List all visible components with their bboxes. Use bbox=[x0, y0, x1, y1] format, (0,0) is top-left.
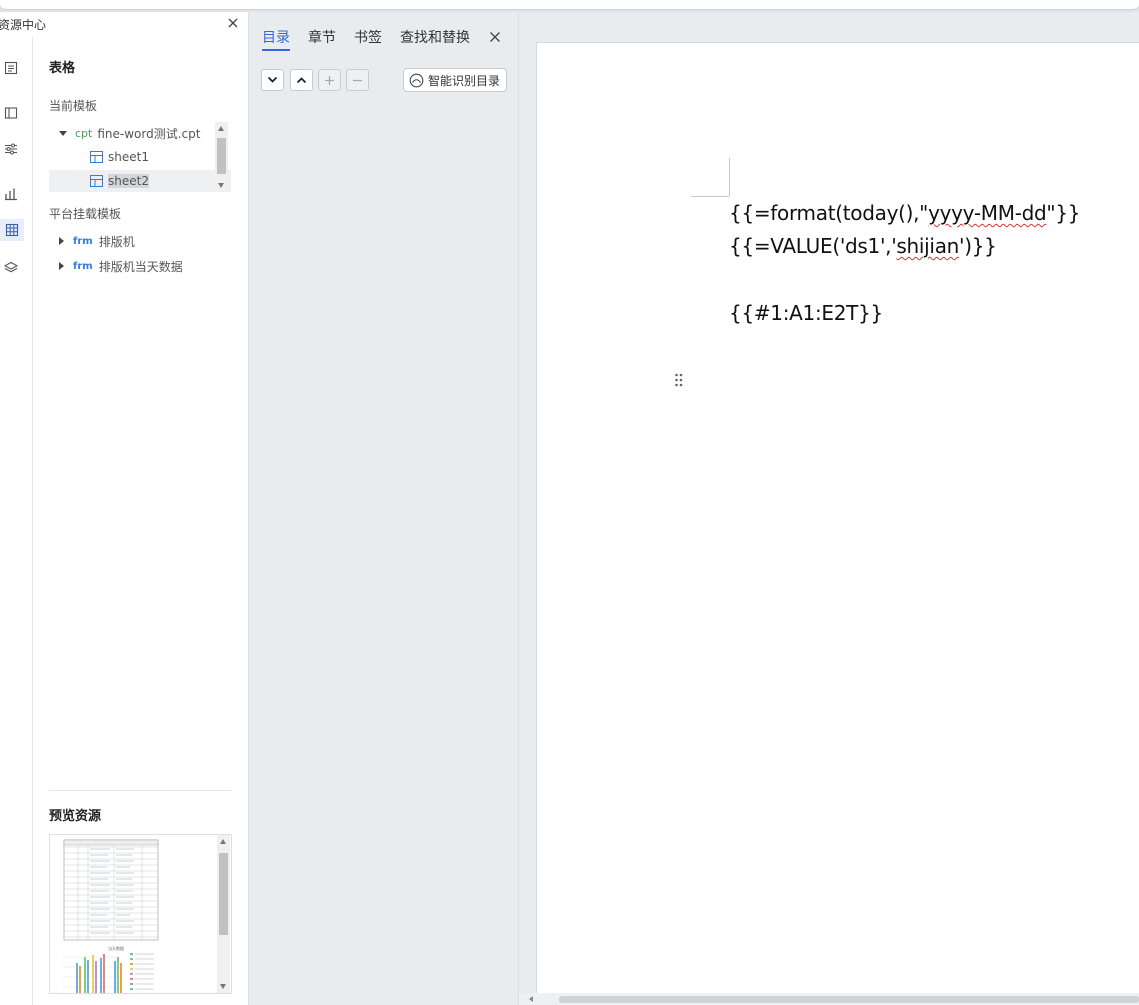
tab-toc[interactable]: 目录 bbox=[262, 27, 290, 51]
document-horizontal-scrollbar[interactable] bbox=[519, 993, 1139, 1005]
scroll-left-icon[interactable] bbox=[529, 996, 533, 1002]
svg-text:当天数据: 当天数据 bbox=[108, 945, 124, 951]
template-name: fine-word测试.cpt bbox=[97, 126, 201, 141]
spell-error-text: shijian bbox=[896, 234, 960, 258]
frm-tag: frm bbox=[73, 235, 93, 247]
navigation-tabs: 目录 章节 书签 查找和替换 bbox=[249, 12, 519, 52]
smart-toc-button[interactable]: 智能识别目录 bbox=[403, 68, 507, 92]
scroll-thumb[interactable] bbox=[217, 138, 226, 174]
preview-divider bbox=[49, 790, 231, 791]
doc-text: ')}} bbox=[959, 234, 997, 258]
sheet-item[interactable]: sheet1 bbox=[49, 146, 231, 168]
remove-level-button[interactable] bbox=[346, 69, 369, 91]
sheet-label: sheet2 bbox=[108, 174, 149, 188]
spell-error-text: yyyy-MM-dd bbox=[928, 201, 1047, 225]
current-template-label: 当前模板 bbox=[49, 99, 98, 113]
navigation-panel: 目录 章节 书签 查找和替换 智能识别目录 bbox=[249, 12, 519, 1005]
table-section-title: 表格 bbox=[49, 61, 76, 76]
sheet-icon bbox=[90, 175, 103, 187]
resource-center-title: 资源中心 bbox=[0, 18, 47, 32]
toolbar-edge bbox=[0, 0, 1139, 10]
template-tree-root[interactable]: cpt fine-word测试.cpt bbox=[49, 122, 231, 144]
platform-template-label: 平台挂载模板 bbox=[49, 207, 122, 221]
doc-line-table-ref[interactable]: {{#1:A1:E2T}} bbox=[729, 301, 883, 325]
margin-corner-mark bbox=[729, 158, 730, 196]
gauge-icon bbox=[409, 73, 424, 87]
frm-tag: frm bbox=[73, 260, 93, 272]
scroll-up-icon[interactable] bbox=[220, 839, 226, 844]
tab-find-replace[interactable]: 查找和替换 bbox=[400, 27, 470, 47]
margin-corner-mark bbox=[691, 196, 729, 197]
resource-content: 表格 当前模板 cpt fine-word测试.cpt sheet1 sheet… bbox=[33, 37, 248, 1005]
scroll-down-icon[interactable] bbox=[218, 183, 224, 188]
outline-icon[interactable] bbox=[0, 57, 22, 79]
resource-center-header: 资源中心 bbox=[0, 12, 249, 37]
smart-toc-label: 智能识别目录 bbox=[428, 73, 501, 88]
minus-icon bbox=[353, 79, 362, 81]
chart-icon[interactable] bbox=[0, 183, 22, 205]
layers-icon[interactable] bbox=[0, 257, 22, 279]
navigation-close-icon[interactable] bbox=[488, 29, 502, 43]
collapse-arrow-icon[interactable] bbox=[59, 262, 64, 270]
platform-template-item[interactable]: frm 排版机 bbox=[49, 230, 231, 252]
move-down-button[interactable] bbox=[261, 69, 284, 91]
doc-text: {{=format(today()," bbox=[729, 201, 929, 225]
window-top-strip bbox=[0, 0, 1139, 12]
resource-center-close-icon[interactable] bbox=[226, 15, 240, 29]
doc-text: "}} bbox=[1046, 201, 1081, 225]
document-area: {{=format(today(),"yyyy-MM-dd"}} {{=VALU… bbox=[519, 12, 1139, 1005]
drag-handle-icon[interactable] bbox=[673, 372, 685, 388]
document-page[interactable]: {{=format(today(),"yyyy-MM-dd"}} {{=VALU… bbox=[536, 42, 1139, 997]
scroll-thumb[interactable] bbox=[219, 853, 228, 935]
component-icon[interactable] bbox=[0, 102, 22, 124]
plus-icon bbox=[325, 75, 334, 85]
expand-arrow-icon[interactable] bbox=[59, 130, 67, 136]
tab-bookmarks[interactable]: 书签 bbox=[354, 27, 382, 47]
doc-line-format[interactable]: {{=format(today(),"yyyy-MM-dd"}} bbox=[729, 201, 1080, 225]
doc-text: {{=VALUE('ds1',' bbox=[729, 234, 897, 258]
add-level-button[interactable] bbox=[318, 69, 341, 91]
scroll-thumb[interactable] bbox=[559, 996, 1139, 1003]
sheet-label: sheet1 bbox=[108, 150, 149, 164]
sheet-icon bbox=[90, 151, 103, 163]
chevron-down-icon bbox=[267, 76, 278, 83]
sheet-item-selected[interactable]: sheet2 bbox=[49, 170, 231, 192]
preview-report-image: 当天数据 bbox=[62, 839, 159, 993]
template-tree-scrollbar[interactable] bbox=[215, 122, 228, 192]
chevron-up-icon bbox=[296, 77, 307, 84]
table-icon[interactable] bbox=[0, 219, 24, 241]
preview-title: 预览资源 bbox=[49, 809, 102, 824]
scroll-up-icon[interactable] bbox=[218, 126, 224, 131]
resource-center-panel: 资源中心 表格 当前模板 cpt fine-word测试.cpt sheet1 … bbox=[0, 12, 249, 1005]
cpt-tag: cpt bbox=[75, 126, 93, 140]
resource-icon-rail bbox=[0, 37, 33, 1005]
preview-thumbnail: 当天数据 bbox=[49, 834, 232, 994]
doc-line-value[interactable]: {{=VALUE('ds1','shijian')}} bbox=[729, 234, 997, 258]
platform-template-item[interactable]: frm 排版机当天数据 bbox=[49, 255, 231, 277]
platform-template-name: 排版机当天数据 bbox=[98, 259, 183, 274]
move-up-button[interactable] bbox=[290, 69, 313, 91]
tab-chapters[interactable]: 章节 bbox=[308, 27, 336, 47]
collapse-arrow-icon[interactable] bbox=[59, 237, 64, 245]
preview-scrollbar[interactable] bbox=[217, 835, 230, 993]
scroll-down-icon[interactable] bbox=[220, 984, 226, 989]
platform-template-name: 排版机 bbox=[98, 234, 135, 249]
settings-sliders-icon[interactable] bbox=[0, 138, 22, 160]
